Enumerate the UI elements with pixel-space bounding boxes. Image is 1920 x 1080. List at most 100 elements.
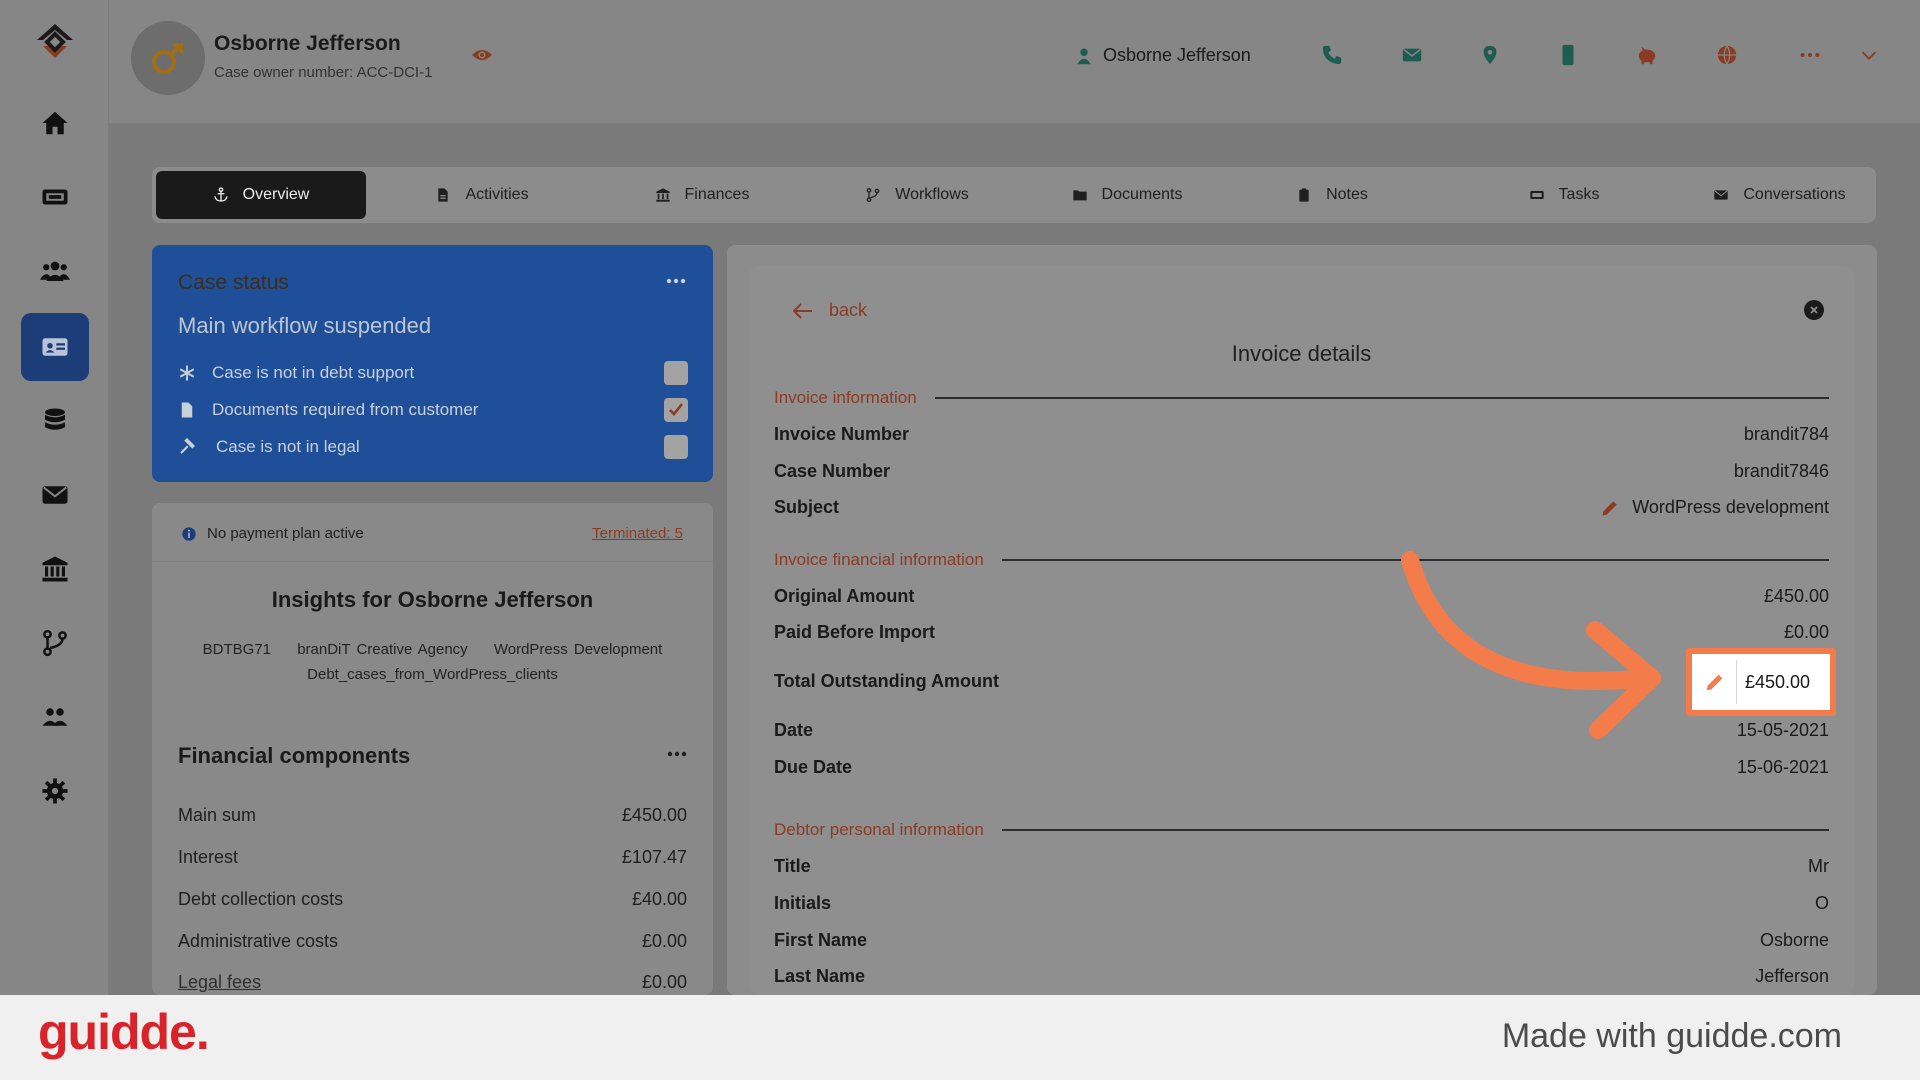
more-icon[interactable] — [1799, 44, 1821, 66]
case-number-row: Case Number brandit7846 — [774, 461, 1829, 481]
tag: WordPress Development — [493, 641, 663, 658]
file-icon — [181, 402, 193, 418]
back-button[interactable]: back — [793, 300, 867, 321]
financial-row-interest: Interest £107.47 — [178, 847, 687, 867]
tab-tasks[interactable]: Tasks — [1499, 171, 1629, 219]
bank-icon — [655, 188, 670, 202]
last-name-value: Jefferson — [1755, 966, 1829, 986]
id-card-icon — [42, 338, 68, 356]
due-date-row: Due Date 15-06-2021 — [774, 757, 1829, 777]
initials-row: Initials O — [774, 893, 1829, 913]
guidde-logo[interactable]: guidde. — [38, 1003, 210, 1061]
due-date-value: 15-06-2021 — [1736, 757, 1829, 777]
case-header: Osborne Jefferson Case owner number: ACC… — [109, 0, 1920, 124]
sidebar — [0, 0, 109, 995]
status-item-legal: Case is not in legal — [178, 433, 688, 461]
tag: branDiT Creative Agency — [297, 641, 468, 658]
close-button[interactable] — [1804, 300, 1824, 320]
pencil-icon[interactable] — [1600, 498, 1620, 518]
eye-icon[interactable] — [471, 47, 493, 63]
financial-row-debt-collection: Debt collection costs £40.00 — [178, 889, 687, 909]
user-name: Osborne Jefferson — [1103, 45, 1251, 65]
sidebar-item-bank[interactable] — [21, 535, 89, 603]
first-name-row: First Name Osborne — [774, 930, 1829, 950]
subject-value: WordPress development — [1632, 497, 1829, 517]
ticket-icon — [1529, 191, 1544, 199]
phone-icon[interactable] — [1321, 44, 1343, 66]
legal-fees-link[interactable]: Legal fees — [178, 972, 261, 993]
case-status-card: Case status Main workflow suspended Case… — [152, 245, 713, 482]
user-chip[interactable]: Osborne Jefferson — [1075, 45, 1251, 66]
guidde-footer: guidde. Made with guidde.com — [0, 995, 1920, 1080]
payment-plan-row: No payment plan active Terminated: 5 — [181, 525, 683, 542]
ticket-icon — [42, 189, 68, 205]
sidebar-item-tickets[interactable] — [21, 163, 89, 231]
asterisk-icon — [179, 365, 195, 381]
branch-icon — [866, 188, 880, 202]
male-gender-icon — [152, 43, 183, 74]
financial-row-admin-costs: Administrative costs £0.00 — [178, 931, 687, 951]
tab-overview[interactable]: Overview — [156, 171, 366, 219]
payment-plan-status: No payment plan active — [207, 525, 364, 542]
users-group-icon — [40, 261, 70, 281]
globe-icon[interactable] — [1716, 44, 1738, 66]
mail-icon[interactable] — [1401, 44, 1423, 66]
sidebar-item-mail[interactable] — [21, 461, 89, 529]
case-owner-number: Case owner number: ACC-DCI-1 — [214, 64, 433, 81]
file-icon — [438, 188, 449, 202]
sidebar-item-settings[interactable] — [21, 757, 89, 825]
mail-icon — [1714, 190, 1729, 200]
sidebar-item-cases[interactable] — [21, 313, 89, 381]
initials-value: O — [1814, 893, 1829, 913]
title-row: Title Mr — [774, 856, 1829, 876]
database-icon — [45, 408, 65, 430]
chevron-down-icon[interactable] — [1858, 44, 1880, 66]
original-amount-value: £450.00 — [1763, 586, 1829, 606]
piggy-bank-icon[interactable] — [1636, 44, 1658, 66]
total-outstanding-amount-field[interactable]: £450.00 — [1686, 648, 1836, 716]
more-icon[interactable] — [667, 751, 687, 757]
invoice-details-title: Invoice details — [1231, 341, 1372, 366]
bank-icon — [42, 556, 68, 582]
sidebar-item-teams[interactable] — [21, 237, 89, 305]
tab-finances[interactable]: Finances — [632, 171, 772, 219]
financial-components-title: Financial components — [178, 743, 411, 768]
status-item-documents: Documents required from customer — [178, 396, 688, 424]
sidebar-item-home[interactable] — [21, 89, 89, 157]
users-icon — [42, 708, 68, 726]
tab-activities[interactable]: Activities — [412, 171, 552, 219]
status-item-debt-support: Case is not in debt support — [178, 359, 688, 387]
more-icon[interactable] — [666, 278, 686, 284]
branch-icon — [43, 629, 67, 657]
location-icon[interactable] — [1479, 44, 1501, 66]
date-value: 15-05-2021 — [1736, 720, 1829, 740]
tag: BDTBG71 — [202, 641, 272, 658]
invoice-number-row: Invoice Number brandit784 — [774, 424, 1829, 444]
clipboard-icon — [1299, 188, 1309, 202]
tab-conversations[interactable]: Conversations — [1692, 171, 1867, 219]
gear-icon — [42, 778, 68, 804]
anchor-icon — [213, 187, 228, 202]
close-icon — [1810, 306, 1818, 314]
sidebar-item-users[interactable] — [21, 683, 89, 751]
subject-row: Subject WordPress development — [774, 497, 1829, 518]
sidebar-item-workflows[interactable] — [21, 609, 89, 677]
mobile-icon[interactable] — [1557, 44, 1579, 66]
invoice-number-value: brandit784 — [1743, 424, 1829, 444]
legal-checkbox[interactable] — [664, 435, 688, 459]
sidebar-item-database[interactable] — [21, 387, 89, 455]
pencil-icon[interactable] — [1704, 671, 1726, 693]
terminated-link[interactable]: Terminated: 5 — [592, 525, 683, 542]
tag: Debt_cases_from_WordPress_clients — [307, 666, 558, 683]
app-logo[interactable] — [33, 20, 77, 64]
documents-required-checkbox[interactable] — [664, 398, 688, 422]
tab-documents[interactable]: Documents — [1057, 171, 1197, 219]
paid-before-import-value: £0.00 — [1783, 622, 1829, 642]
debt-support-checkbox[interactable] — [664, 361, 688, 385]
case-status-title: Case status — [178, 271, 289, 294]
tab-notes[interactable]: Notes — [1272, 171, 1392, 219]
tab-workflows[interactable]: Workflows — [847, 171, 987, 219]
financial-row-main-sum: Main sum £450.00 — [178, 805, 687, 825]
first-name-value: Osborne — [1759, 930, 1829, 950]
gavel-icon — [180, 438, 195, 454]
